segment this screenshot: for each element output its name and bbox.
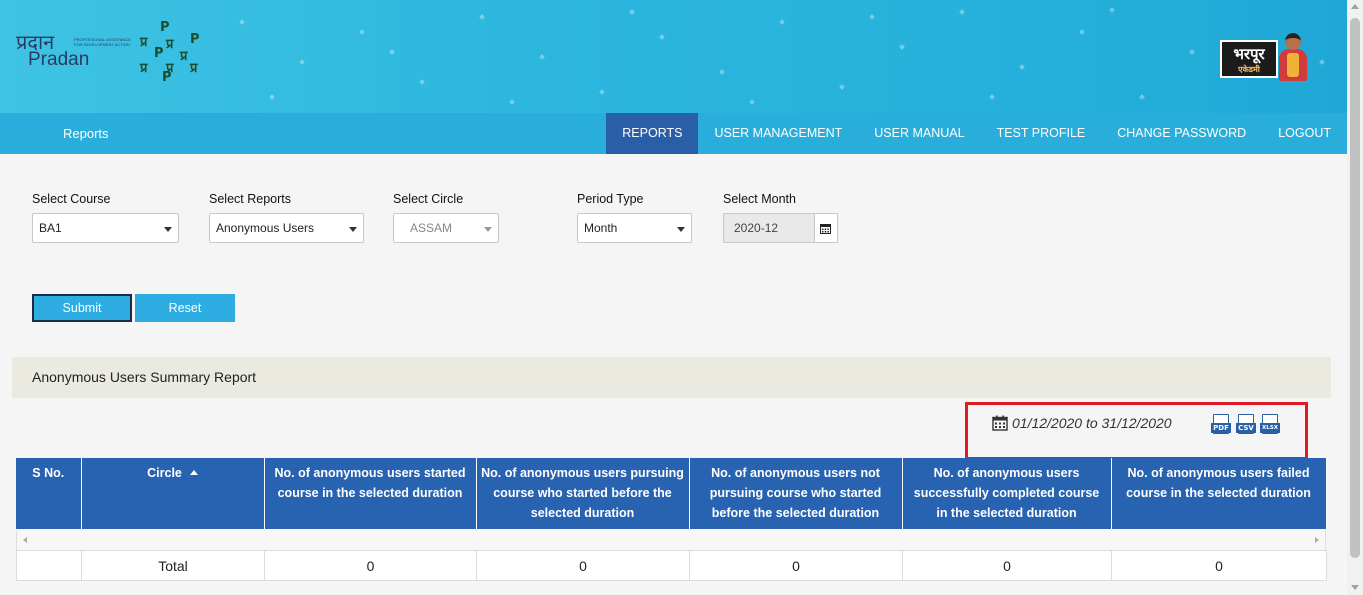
total-failed: 0 — [1111, 550, 1327, 581]
total-sno-cell — [16, 550, 82, 581]
submit-button[interactable]: Submit — [32, 294, 132, 322]
report-date-range: 01/12/2020 to 31/12/2020 — [992, 415, 1172, 431]
column-header-not-pursuing[interactable]: No. of anonymous users not pursuing cour… — [689, 458, 903, 529]
filter-month-label: Select Month — [723, 192, 796, 206]
nav-brand-reports[interactable]: Reports — [63, 126, 109, 141]
scroll-down-icon[interactable] — [1351, 585, 1359, 590]
column-header-circle[interactable]: Circle — [81, 458, 265, 529]
nav-item-user-manual[interactable]: USER MANUAL — [858, 113, 980, 154]
pradan-logo-english: Pradan — [28, 49, 90, 70]
report-table-total: Total 0 0 0 0 0 — [16, 550, 1327, 581]
reports-select-value: Anonymous Users — [216, 221, 315, 235]
column-header-pursuing[interactable]: No. of anonymous users pursuing course w… — [476, 458, 690, 529]
bharpur-logo-text: भरपूर — [1233, 45, 1265, 63]
export-pdf-button[interactable]: PDF — [1211, 414, 1231, 438]
export-csv-label: CSV — [1236, 423, 1256, 433]
export-csv-button[interactable]: CSV — [1236, 414, 1256, 438]
filter-period: Period Type Month — [577, 192, 692, 243]
filter-circle-label: Select Circle — [393, 192, 464, 206]
top-navbar: Reports REPORTS USER MANAGEMENT USER MAN… — [0, 113, 1347, 154]
table-header-row: S No. Circle No. of anonymous users star… — [16, 458, 1327, 529]
total-started: 0 — [264, 550, 477, 581]
column-header-started[interactable]: No. of anonymous users started course in… — [264, 458, 477, 529]
reset-button[interactable]: Reset — [135, 294, 235, 322]
reports-select[interactable]: Anonymous Users — [209, 213, 364, 243]
bharpur-logo: भरपूर एकेडमी — [1220, 40, 1278, 78]
column-header-failed[interactable]: No. of anonymous users failed course in … — [1111, 458, 1327, 529]
filter-reports-label: Select Reports — [209, 192, 291, 206]
scroll-right-icon[interactable] — [1315, 537, 1319, 543]
column-header-sno[interactable]: S No. — [16, 458, 82, 529]
partner-logo-icon: P प्र प्र P P प्र प्र प्र प्र P — [140, 20, 200, 85]
report-header: Anonymous Users Summary Report — [12, 357, 1331, 398]
circle-select: ASSAM — [393, 213, 499, 243]
scroll-left-icon[interactable] — [23, 537, 27, 543]
nav-item-reports[interactable]: REPORTS — [606, 113, 699, 154]
month-picker: 2020-12 — [723, 213, 838, 243]
total-row: Total 0 0 0 0 0 — [16, 550, 1327, 581]
export-pdf-label: PDF — [1211, 423, 1231, 433]
month-input[interactable]: 2020-12 — [723, 213, 815, 243]
chevron-down-icon — [677, 227, 685, 232]
scroll-up-icon[interactable] — [1351, 4, 1359, 9]
calendar-icon — [820, 224, 831, 234]
circle-select-value: ASSAM — [410, 221, 453, 235]
column-header-completed[interactable]: No. of anonymous users successfully comp… — [902, 458, 1112, 529]
filter-month: Select Month 2020-12 — [723, 192, 838, 243]
total-label: Total — [81, 550, 265, 581]
filter-circle: Select Circle ASSAM — [393, 192, 499, 243]
calendar-icon — [992, 415, 1008, 431]
bharpur-logo-subtext: एकेडमी — [1238, 65, 1260, 74]
nav-item-change-password[interactable]: CHANGE PASSWORD — [1101, 113, 1262, 154]
chevron-down-icon — [484, 227, 492, 232]
date-range-text: 01/12/2020 to 31/12/2020 — [1012, 415, 1172, 431]
header-banner: प्रदान Pradan PROFESSIONAL ASSISTANCE FO… — [0, 0, 1347, 113]
chevron-down-icon — [164, 227, 172, 232]
filter-course: Select Course BA1 — [32, 192, 179, 243]
export-xlsx-button[interactable]: XLSX — [1260, 414, 1280, 438]
table-horizontal-scrollbar[interactable] — [16, 531, 1326, 550]
period-type-select[interactable]: Month — [577, 213, 692, 243]
export-xlsx-label: XLSX — [1260, 423, 1280, 433]
total-not-pursuing: 0 — [689, 550, 903, 581]
scrollbar-thumb[interactable] — [1350, 18, 1360, 558]
calendar-button[interactable] — [815, 213, 838, 243]
sort-ascending-icon[interactable] — [189, 470, 198, 475]
highlight-box — [965, 402, 1308, 460]
report-table-header: S No. Circle No. of anonymous users star… — [16, 458, 1327, 529]
filter-period-label: Period Type — [577, 192, 644, 206]
course-select[interactable]: BA1 — [32, 213, 179, 243]
page-vertical-scrollbar[interactable] — [1347, 0, 1363, 595]
pradan-logo-tagline: PROFESSIONAL ASSISTANCE FOR DEVELOPMENT … — [74, 37, 131, 47]
nav-item-user-management[interactable]: USER MANAGEMENT — [698, 113, 858, 154]
total-completed: 0 — [902, 550, 1112, 581]
nav-item-logout[interactable]: LOGOUT — [1262, 113, 1347, 154]
total-pursuing: 0 — [476, 550, 690, 581]
nav-menu: REPORTS USER MANAGEMENT USER MANUAL TEST… — [606, 113, 1347, 154]
filter-course-label: Select Course — [32, 192, 111, 206]
nav-item-test-profile[interactable]: TEST PROFILE — [981, 113, 1102, 154]
period-type-value: Month — [584, 221, 618, 235]
chevron-down-icon — [349, 227, 357, 232]
filter-reports: Select Reports Anonymous Users — [209, 192, 364, 243]
course-select-value: BA1 — [39, 221, 62, 235]
report-title: Anonymous Users Summary Report — [32, 369, 257, 385]
mascot-figure-icon — [1278, 33, 1308, 81]
